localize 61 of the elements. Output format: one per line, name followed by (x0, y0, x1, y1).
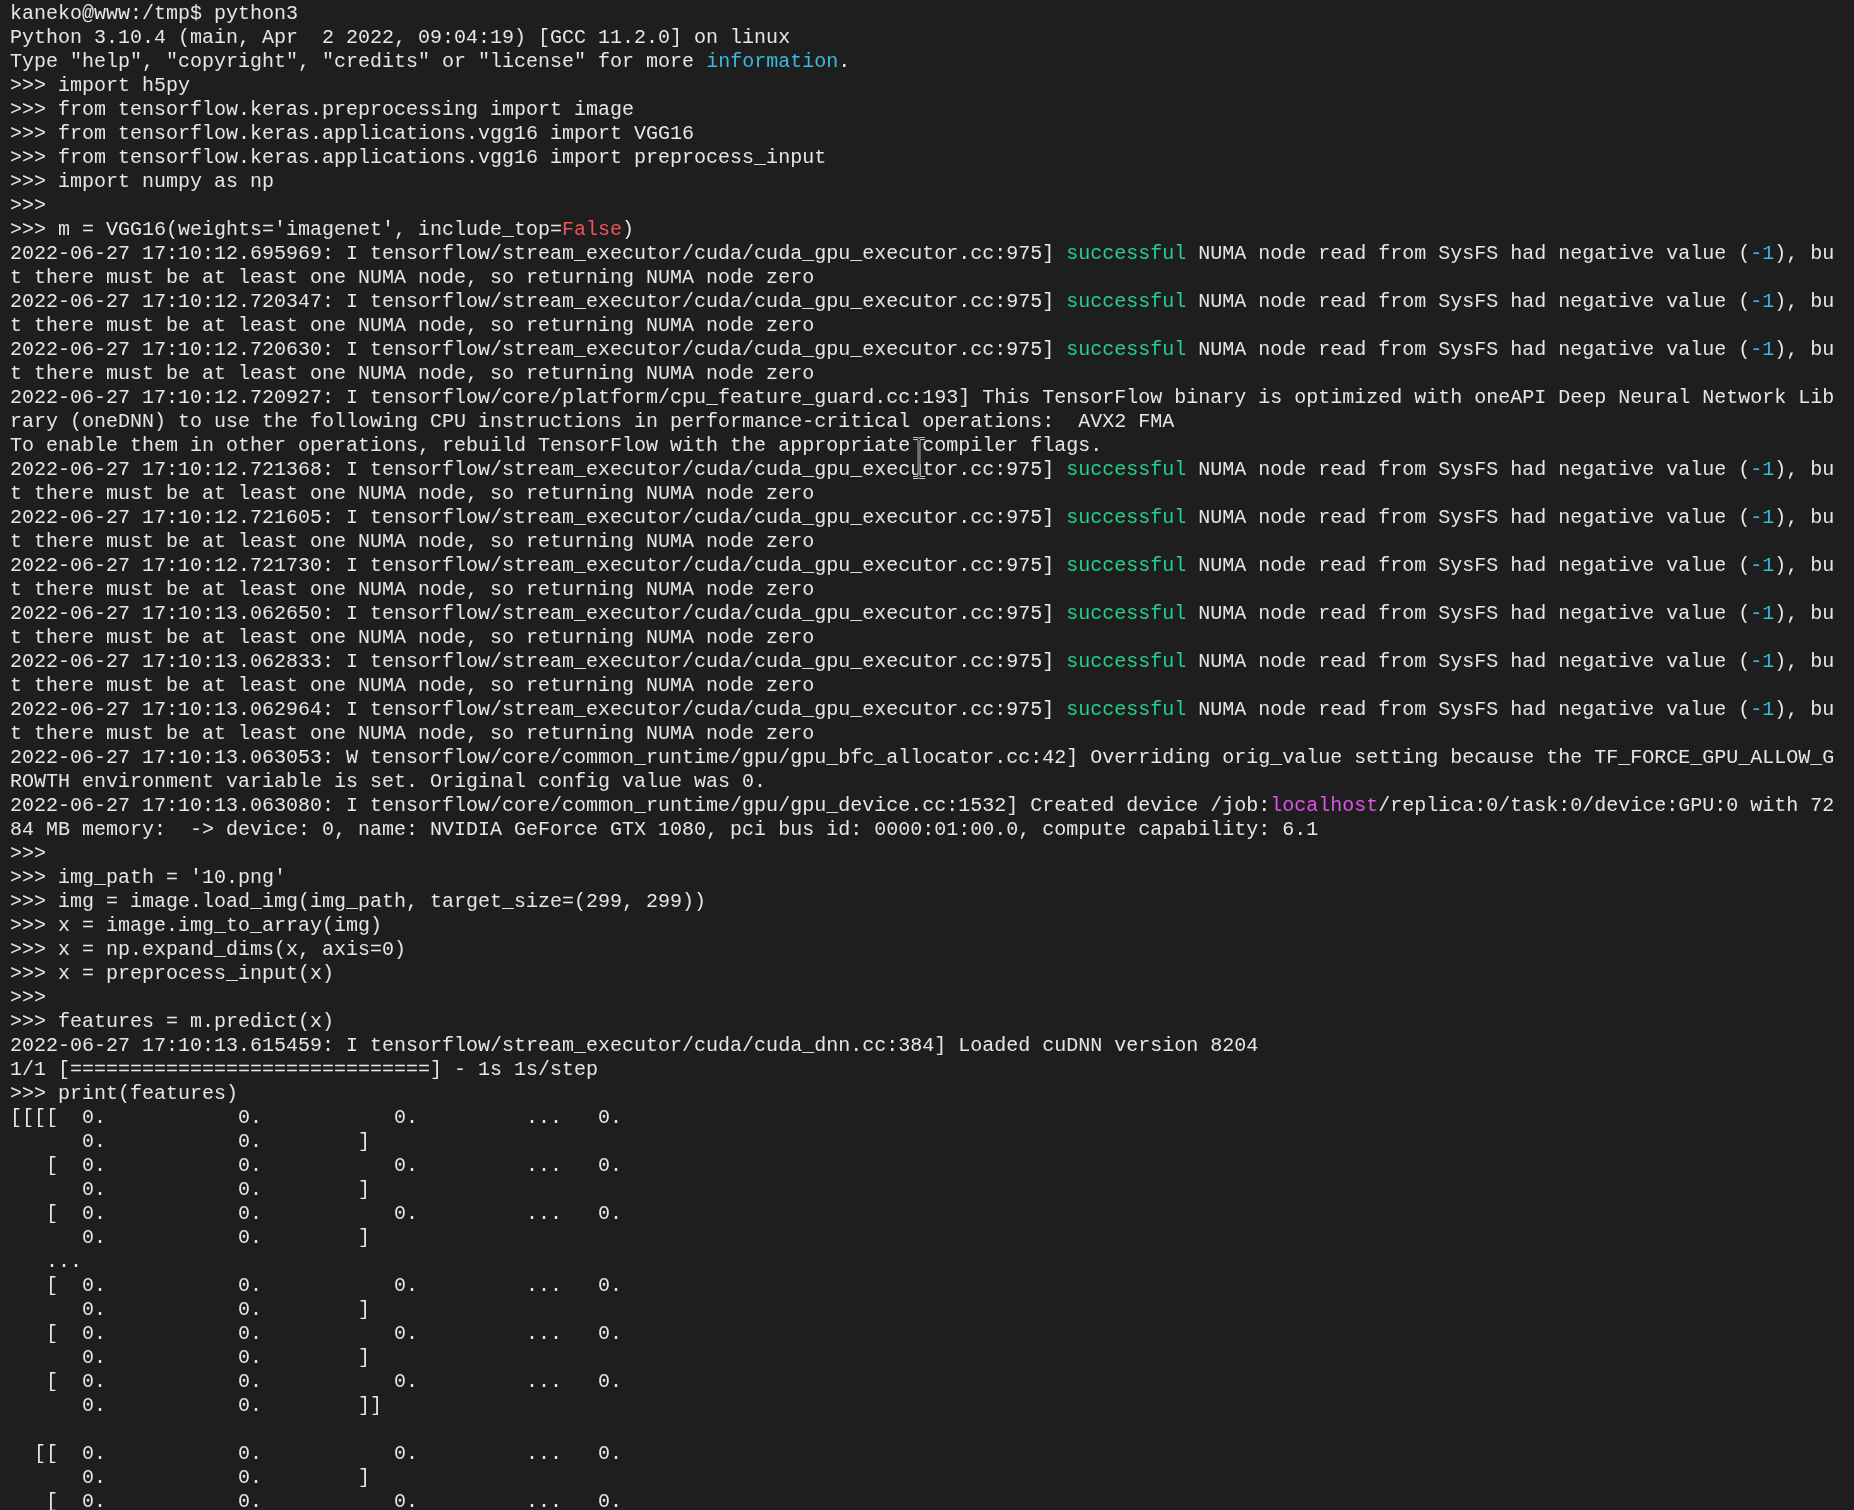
terminal-line: 2022-06-27 17:10:13.615459: I tensorflow/stream_executor/cuda/cuda_dnn.cc:384] Loaded cuDNN version 8204 (10, 1034, 1259, 1058)
terminal-line: 2022-06-27 17:10:13.063053: W tensorflow/core/common_runtime/gpu/gpu_bfc_allocator.cc:42] Overriding orig_value setting because the TF_FORCE_GPU_ALLOW_G (10, 746, 1835, 770)
terminal-line: [ 0. 0. 0. ... 0. (45, 1274, 623, 1298)
terminal-line: ... (45, 1250, 82, 1274)
terminal-line: >>> from tensorflow.keras.applications.vgg16 import VGG16 (10, 122, 695, 146)
terminal-line: To enable them in other operations, rebuild TensorFlow with the appropriate compiler flags. (10, 434, 1103, 458)
terminal-line: t there must be at least one NUMA node, so returning NUMA node zero (10, 530, 815, 554)
terminal-line: 0. 0. ] (81, 1226, 371, 1250)
terminal-line: 0. 0. ] (81, 1178, 371, 1202)
terminal-line: [[[[ 0. 0. 0. ... 0. (10, 1106, 623, 1130)
terminal-line: 0. 0. ] (81, 1130, 371, 1154)
terminal-line: 2022-06-27 17:10:13.063080: I tensorflow/core/common_runtime/gpu/gpu_device.cc:1532] Created device /job:localhost/replica:0/task:0/device:GPU:0 with 72 (10, 794, 1835, 818)
terminal-line: 0. 0. ] (81, 1346, 371, 1370)
terminal-line: >>> from tensorflow.keras.applications.vgg16 import preprocess_input (10, 146, 827, 170)
terminal-line: 2022-06-27 17:10:12.721605: I tensorflow/stream_executor/cuda/cuda_gpu_executor.cc:975] successful NUMA node read from SysFS had negative value (-1), bu (10, 506, 1835, 530)
terminal-line: 2022-06-27 17:10:12.721368: I tensorflow/stream_executor/cuda/cuda_gpu_executor.cc:975] successful NUMA node read from SysFS had negative value (-1), bu (10, 458, 1835, 482)
terminal-line: kaneko@www:/tmp$ python3 (10, 2, 299, 26)
terminal-line: [ 0. 0. 0. ... 0. (45, 1322, 623, 1346)
terminal-line: >>> img_path = '10.png' (10, 866, 287, 890)
terminal-line: >>> x = np.expand_dims(x, axis=0) (10, 938, 407, 962)
terminal-line: t there must be at least one NUMA node, so returning NUMA node zero (10, 314, 815, 338)
terminal-line: t there must be at least one NUMA node, so returning NUMA node zero (10, 626, 815, 650)
terminal-line: [ 0. 0. 0. ... 0. (45, 1370, 623, 1394)
terminal-line: >>> img = image.load_img(img_path, target_size=(299, 299)) (10, 890, 707, 914)
terminal-line: t there must be at least one NUMA node, so returning NUMA node zero (10, 266, 815, 290)
terminal-line: t there must be at least one NUMA node, so returning NUMA node zero (10, 482, 815, 506)
terminal-line: >>> (10, 986, 46, 1010)
terminal-line: >>> import h5py (10, 74, 191, 98)
terminal-line: 2022-06-27 17:10:12.720927: I tensorflow/core/platform/cpu_feature_guard.cc:193] This TensorFlow binary is optimized with oneAPI Deep Neural Network Lib (10, 386, 1835, 410)
terminal-line: 2022-06-27 17:10:13.062650: I tensorflow/stream_executor/cuda/cuda_gpu_executor.cc:975] successful NUMA node read from SysFS had negative value (-1), bu (10, 602, 1835, 626)
terminal-line: >>> print(features) (10, 1082, 239, 1106)
terminal-line: 2022-06-27 17:10:12.720347: I tensorflow/stream_executor/cuda/cuda_gpu_executor.cc:975] successful NUMA node read from SysFS had negative value (-1), bu (10, 290, 1835, 314)
terminal-line: t there must be at least one NUMA node, so returning NUMA node zero (10, 722, 815, 746)
terminal-line: 0. 0. ]] (81, 1394, 383, 1418)
terminal-line: Python 3.10.4 (main, Apr 2 2022, 09:04:19) [GCC 11.2.0] on linux (10, 26, 791, 50)
terminal-line: >>> x = preprocess_input(x) (10, 962, 335, 986)
terminal-line: >>> from tensorflow.keras.preprocessing import image (10, 98, 635, 122)
terminal-line: t there must be at least one NUMA node, so returning NUMA node zero (10, 674, 815, 698)
terminal-line: ROWTH environment variable is set. Original config value was 0. (10, 770, 767, 794)
terminal-line: 2022-06-27 17:10:12.721730: I tensorflow/stream_executor/cuda/cuda_gpu_executor.cc:975] successful NUMA node read from SysFS had negative value (-1), bu (10, 554, 1835, 578)
terminal-line: >>> x = image.img_to_array(img) (10, 914, 383, 938)
terminal-line: t there must be at least one NUMA node, so returning NUMA node zero (10, 578, 815, 602)
terminal-line: >>> features = m.predict(x) (10, 1010, 335, 1034)
terminal-line: 2022-06-27 17:10:13.062964: I tensorflow/stream_executor/cuda/cuda_gpu_executor.cc:975] successful NUMA node read from SysFS had negative value (-1), bu (10, 698, 1835, 722)
terminal-line: [ 0. 0. 0. ... 0. (45, 1202, 623, 1226)
terminal-line: 2022-06-27 17:10:12.720630: I tensorflow/stream_executor/cuda/cuda_gpu_executor.cc:975] successful NUMA node read from SysFS had negative value (-1), bu (10, 338, 1835, 362)
terminal-line: >>> m = VGG16(weights='imagenet', include_top=False) (10, 218, 635, 242)
terminal-line: 2022-06-27 17:10:13.062833: I tensorflow/stream_executor/cuda/cuda_gpu_executor.cc:975] successful NUMA node read from SysFS had negative value (-1), bu (10, 650, 1835, 674)
terminal-line: 84 MB memory: -> device: 0, name: NVIDIA GeForce GTX 1080, pci bus id: 0000:01:00.0, compute capability: 6.1 (10, 818, 1319, 842)
terminal-line: >>> (10, 842, 46, 866)
terminal-line: >>> import numpy as np (10, 170, 275, 194)
terminal-line: 0. 0. ] (81, 1466, 371, 1490)
terminal-line: 2022-06-27 17:10:12.695969: I tensorflow/stream_executor/cuda/cuda_gpu_executor.cc:975] successful NUMA node read from SysFS had negative value (-1), bu (10, 242, 1835, 266)
terminal-line: [ 0. 0. 0. ... 0. (45, 1154, 623, 1178)
terminal-line: Type "help", "copyright", "credits" or "license" for more information. (10, 50, 851, 74)
terminal-line: >>> (10, 194, 46, 218)
terminal-line: 0. 0. ] (81, 1298, 371, 1322)
terminal-line: t there must be at least one NUMA node, so returning NUMA node zero (10, 362, 815, 386)
terminal-line: 1/1 [==============================] - 1s 1s/step (10, 1058, 599, 1082)
terminal-line: rary (oneDNN) to use the following CPU instructions in performance-critical operations: AVX2 FMA (10, 410, 1175, 434)
terminal-line: [[ 0. 0. 0. ... 0. (33, 1442, 623, 1466)
